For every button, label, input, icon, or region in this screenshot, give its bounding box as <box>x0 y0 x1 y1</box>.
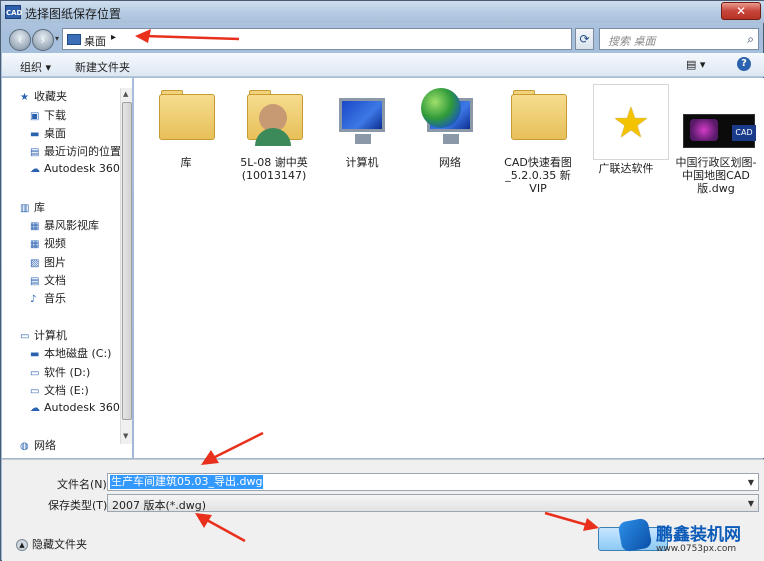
address-row: ‹ › ▾ 桌面 ▸ ⟳ 搜索 桌面 ⌕ <box>1 23 764 53</box>
nav-item-documents[interactable]: ▤ 文档 <box>30 272 66 288</box>
watermark-text: 鹏鑫装机网 <box>656 525 741 545</box>
search-icon[interactable]: ⌕ <box>747 32 754 47</box>
file-name: 库 <box>180 156 192 169</box>
nav-favorites[interactable]: ★ 收藏夹 <box>20 88 67 104</box>
cloud-icon: ☁ <box>30 164 40 175</box>
file-item-network[interactable]: 网络 <box>410 84 490 169</box>
network-icon <box>417 84 483 150</box>
scroll-up-icon[interactable]: ▲ <box>123 90 128 98</box>
view-options-button[interactable]: ▤ ▾ <box>686 58 705 71</box>
desktop-icon <box>67 34 81 45</box>
star-icon: ★ <box>20 92 29 103</box>
file-list-pane: 库 5L-08 谢中英 (10013147) 计算机 网络 CAD快速看图_5.… <box>134 78 764 458</box>
nav-computer[interactable]: ▭ 计算机 <box>20 327 67 343</box>
cloud-icon: ☁ <box>30 403 40 414</box>
file-item-cad-viewer[interactable]: CAD快速看图_5.2.0.35 新 VIP <box>498 84 578 195</box>
recent-places-icon: ▤ <box>30 147 40 158</box>
nav-libraries[interactable]: ▥ 库 <box>20 199 45 215</box>
nav-item-autodesk360-pc[interactable]: ☁ Autodesk 360 <box>30 401 120 414</box>
filetype-label: 保存类型(T): <box>48 499 112 512</box>
nav-item-drive-d[interactable]: ▭ 软件 (D:) <box>30 364 90 380</box>
download-icon: ▣ <box>30 111 40 122</box>
navigation-pane: ★ 收藏夹 ▣ 下载 ▬ 桌面 ▤ 最近访问的位置 ☁ Autodesk 360 ▥ 库 ▦… <box>2 78 132 458</box>
video-icon: ▦ <box>30 239 40 250</box>
nav-item-music[interactable]: ♪ 音乐 <box>30 290 66 306</box>
watermark-logo <box>617 517 653 553</box>
nav-network[interactable]: ◍ 网络 <box>20 437 56 453</box>
history-dropdown-icon[interactable]: ▾ <box>55 34 59 43</box>
network-icon: ◍ <box>20 441 29 452</box>
video-library-icon: ▦ <box>30 221 40 232</box>
refresh-button[interactable]: ⟳ <box>575 28 594 50</box>
forward-button[interactable]: › <box>32 29 54 51</box>
computer-icon <box>329 84 395 150</box>
nav-item-drive-e[interactable]: ▭ 文档 (E:) <box>30 382 89 398</box>
command-toolbar: 组织 ▾ 新建文件夹 ▤ ▾ ? <box>2 53 764 77</box>
file-item-computer[interactable]: 计算机 <box>322 84 402 169</box>
scroll-down-icon[interactable]: ▼ <box>123 432 128 440</box>
file-item-dwg-map[interactable]: CAD 中国行政区划图-中国地图CAD版.dwg <box>674 84 758 195</box>
site-watermark: 鹏鑫装机网 www.0753px.com <box>617 517 764 560</box>
nav-scrollbar[interactable]: ▲ ▼ <box>120 88 132 444</box>
dwg-thumbnail-icon: CAD <box>683 84 756 150</box>
nav-item-drive-c[interactable]: ▬ 本地磁盘 (C:) <box>30 345 111 361</box>
search-input[interactable]: 搜索 桌面 ⌕ <box>599 28 759 50</box>
document-icon: ▤ <box>30 276 40 287</box>
chevron-down-icon[interactable]: ▼ <box>748 499 754 508</box>
scroll-thumb[interactable] <box>122 102 132 420</box>
file-item-library[interactable]: 库 <box>146 84 226 169</box>
file-name: 计算机 <box>345 156 379 169</box>
file-name: 5L-08 谢中英 (10013147) <box>240 156 308 182</box>
address-location[interactable]: 桌面 <box>84 33 106 49</box>
file-item-user[interactable]: 5L-08 谢中英 (10013147) <box>234 84 314 182</box>
drive-icon: ▭ <box>30 368 40 379</box>
library-folder-icon <box>153 84 219 150</box>
annotation-arrow-filename <box>201 431 264 465</box>
app-icon: CAD <box>5 5 22 19</box>
library-icon: ▥ <box>20 203 30 214</box>
back-button[interactable]: ‹ <box>9 29 31 51</box>
folder-icon <box>505 84 571 150</box>
window-title: 选择图纸保存位置 <box>25 7 122 21</box>
nav-item-pictures[interactable]: ▨ 图片 <box>30 254 66 270</box>
save-dialog-window: CAD 选择图纸保存位置 ✕ ‹ › ▾ 桌面 ▸ ⟳ 搜索 桌面 ⌕ 组织 ▾… <box>0 0 764 561</box>
filename-value[interactable]: 生产车间建筑05.03_导出.dwg <box>110 475 264 489</box>
filename-label: 文件名(N): <box>57 478 111 491</box>
music-icon: ♪ <box>30 294 37 305</box>
nav-item-videos[interactable]: ▦ 视频 <box>30 235 66 251</box>
title-bar[interactable]: CAD 选择图纸保存位置 ✕ <box>1 1 764 23</box>
picture-icon: ▨ <box>30 258 40 269</box>
help-button[interactable]: ? <box>737 57 751 71</box>
annotation-arrow-filetype <box>195 513 246 543</box>
file-item-glodon[interactable]: ★ 广联达软件 <box>586 84 669 175</box>
nav-item-baofeng[interactable]: ▦ 暴风影视库 <box>30 217 99 233</box>
file-name: CAD快速看图_5.2.0.35 新 VIP <box>504 156 572 195</box>
computer-icon: ▭ <box>20 331 30 342</box>
drive-icon: ▬ <box>30 349 40 360</box>
close-button[interactable]: ✕ <box>721 2 761 20</box>
file-name: 网络 <box>439 156 461 169</box>
hide-folders-toggle[interactable]: ▲ 隐藏文件夹 <box>16 536 87 552</box>
drive-icon: ▭ <box>30 386 40 397</box>
new-folder-button[interactable]: 新建文件夹 <box>75 59 130 75</box>
chevron-right-icon[interactable]: ▸ <box>111 32 116 43</box>
watermark-url: www.0753px.com <box>656 544 737 554</box>
organize-button[interactable]: 组织 ▾ <box>20 59 51 75</box>
annotation-arrow-save <box>544 511 599 531</box>
nav-item-autodesk360-fav[interactable]: ☁ Autodesk 360 <box>30 162 120 175</box>
file-name: 中国行政区划图-中国地图CAD版.dwg <box>675 156 757 195</box>
nav-item-desktop[interactable]: ▬ 桌面 <box>30 125 66 141</box>
search-placeholder: 搜索 桌面 <box>608 35 656 48</box>
nav-item-recent[interactable]: ▤ 最近访问的位置 <box>30 143 121 159</box>
desktop-icon: ▬ <box>30 129 40 140</box>
nav-item-downloads[interactable]: ▣ 下载 <box>30 107 66 123</box>
filename-input[interactable]: 生产车间建筑05.03_导出.dwg ▼ <box>107 473 759 491</box>
user-folder-icon <box>241 84 307 150</box>
file-name: 广联达软件 <box>598 162 654 175</box>
chevron-up-icon: ▲ <box>16 539 28 551</box>
star-shortcut-icon: ★ <box>593 84 669 160</box>
annotation-arrow-address <box>135 29 240 43</box>
chevron-down-icon[interactable]: ▼ <box>748 478 754 487</box>
